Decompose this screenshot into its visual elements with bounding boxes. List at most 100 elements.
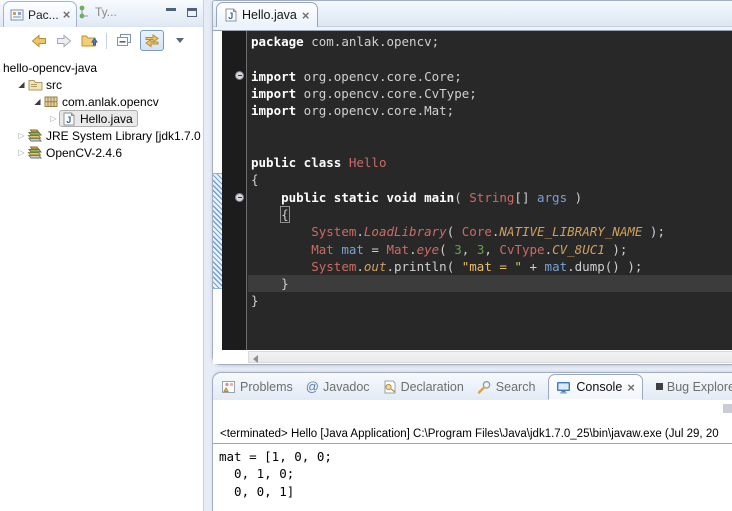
console-icon [556,381,571,394]
tab-javadoc[interactable]: @ Javadoc [306,379,370,394]
up-button[interactable] [80,32,98,50]
tree-item-hello-java[interactable]: ▷ J Hello.java [0,110,203,127]
folding-ruler[interactable] [222,31,247,350]
tree-item-label: JRE System Library [jdk1.7.0 [46,129,201,143]
maximize-icon[interactable] [187,8,197,17]
code-line[interactable]: public class Hello [248,154,732,171]
fold-collapse-icon[interactable] [235,193,244,202]
annotation-ruler[interactable] [213,31,222,350]
code-line[interactable]: { [248,171,732,188]
svg-text:J: J [228,11,233,21]
twisty-collapsed-icon[interactable]: ▷ [16,131,27,140]
close-icon[interactable]: × [627,381,635,394]
method-range-indicator [213,173,222,289]
tab-label: Ty... [95,5,117,19]
twisty-expanded-icon[interactable]: ◢ [16,80,27,89]
tab-search[interactable]: Search [477,380,536,394]
back-button[interactable] [30,32,48,50]
chevron-down-icon [176,38,184,43]
tree-item-jre-library[interactable]: ▷ JRE System Library [jdk1.7.0 [0,127,203,144]
tab-package-explorer[interactable]: Pac... × [3,1,77,27]
code-line[interactable]: } [248,292,732,309]
java-file-icon: J [225,8,237,22]
editor-tab-hello-java[interactable]: J Hello.java × [216,2,318,27]
package-explorer-toolbar [0,27,203,54]
tree-item-label: com.anlak.opencv [62,95,159,109]
console-output[interactable]: mat = [1, 0, 0; 0, 1, 0; 0, 0, 1] [213,444,732,500]
tab-bug-explorer[interactable]: Bug Explorer [656,380,732,394]
svg-text:J: J [66,115,71,125]
console-panel: Problems @ Javadoc Declaration Search [212,372,732,511]
close-icon[interactable]: × [302,9,310,22]
link-with-editor-icon [144,34,160,48]
twisty-collapsed-icon[interactable]: ▷ [16,148,27,157]
console-toolbar [213,400,732,426]
package-explorer-panel: Pac... × Ty... [0,0,204,511]
code-line[interactable]: { [248,206,732,223]
tree-item-project-root[interactable]: hello-opencv-java [0,59,203,76]
tree-item-package[interactable]: ◢ com.anlak.opencv [0,93,203,110]
code-line[interactable]: System.LoadLibrary( Core.NATIVE_LIBRARY_… [248,223,732,240]
tab-console[interactable]: Console × [548,374,642,400]
package-explorer-icon [10,8,24,22]
code-line[interactable] [248,137,732,154]
view-window-buttons [166,8,197,17]
code-line[interactable]: package com.anlak.opencv; [248,33,732,50]
tab-label: Search [496,380,536,394]
code-line[interactable]: Mat mat = Mat.eye( 3, 3, CvType.CV_8UC1 … [248,241,732,258]
console-toolbar-button[interactable] [723,404,732,413]
type-hierarchy-icon [78,5,91,19]
folder-up-icon [81,33,98,48]
scroll-left-arrow-icon[interactable] [253,355,258,363]
code-area[interactable]: package com.anlak.opencv; import org.open… [248,33,732,310]
search-icon [477,380,492,394]
editor-body[interactable]: package com.anlak.opencv; import org.open… [213,30,732,350]
tree-item-label: Hello.java [80,112,133,126]
back-arrow-icon [31,34,47,48]
twisty-collapsed-icon[interactable]: ▷ [48,114,59,123]
code-line[interactable]: System.out.println( "mat = " + mat.dump(… [248,258,732,275]
java-file-icon: J [61,111,77,127]
tab-label: Bug Explorer [667,380,732,394]
editor-tabbar: J Hello.java × [213,1,732,27]
tree-item-opencv-library[interactable]: ▷ OpenCV-2.4.6 [0,144,203,161]
selected-item-highlight: J Hello.java [59,110,138,127]
tree-item-src[interactable]: ◢ src [0,76,203,93]
tab-label: Declaration [401,380,464,394]
code-line[interactable]: } [248,275,732,292]
twisty-expanded-icon[interactable]: ◢ [32,97,43,106]
source-folder-icon [27,77,43,93]
code-line[interactable]: import org.opencv.core.Mat; [248,102,732,119]
editor-hscrollbar[interactable] [213,350,732,364]
tree-item-label: src [46,78,62,92]
console-title: <terminated> Hello [Java Application] C:… [213,426,732,444]
library-icon [27,128,43,144]
view-menu-button[interactable] [171,32,189,50]
tab-label: Pac... [28,8,59,22]
tab-declaration[interactable]: Declaration [383,380,464,394]
forward-button[interactable] [55,32,73,50]
link-with-editor-button[interactable] [140,30,164,51]
code-line[interactable] [248,50,732,67]
close-icon[interactable]: × [63,8,71,21]
tab-type-hierarchy[interactable]: Ty... [78,5,117,19]
tab-problems[interactable]: Problems [221,380,293,394]
code-line[interactable]: public static void main( String[] args ) [248,189,732,206]
javadoc-icon: @ [306,379,319,394]
project-tree: hello-opencv-java ◢ src ◢ com.anlak.open… [0,59,203,161]
tab-label: Javadoc [323,380,370,394]
code-line[interactable]: import org.opencv.core.Core; [248,68,732,85]
fold-collapse-icon[interactable] [235,71,244,80]
code-line[interactable] [248,119,732,136]
console-line: mat = [1, 0, 0; [219,448,732,465]
collapse-all-button[interactable] [115,32,133,50]
collapse-all-icon [116,33,132,48]
tree-item-label: OpenCV-2.4.6 [46,146,122,160]
forward-arrow-icon [56,34,72,48]
code-line[interactable]: import org.opencv.core.CvType; [248,85,732,102]
editor-tab-label: Hello.java [242,8,297,22]
minimize-icon[interactable] [166,8,176,17]
hscrollbar-track[interactable] [248,351,732,363]
console-line: 0, 0, 1] [219,483,732,500]
left-view-tabbar: Pac... × Ty... [0,0,203,27]
